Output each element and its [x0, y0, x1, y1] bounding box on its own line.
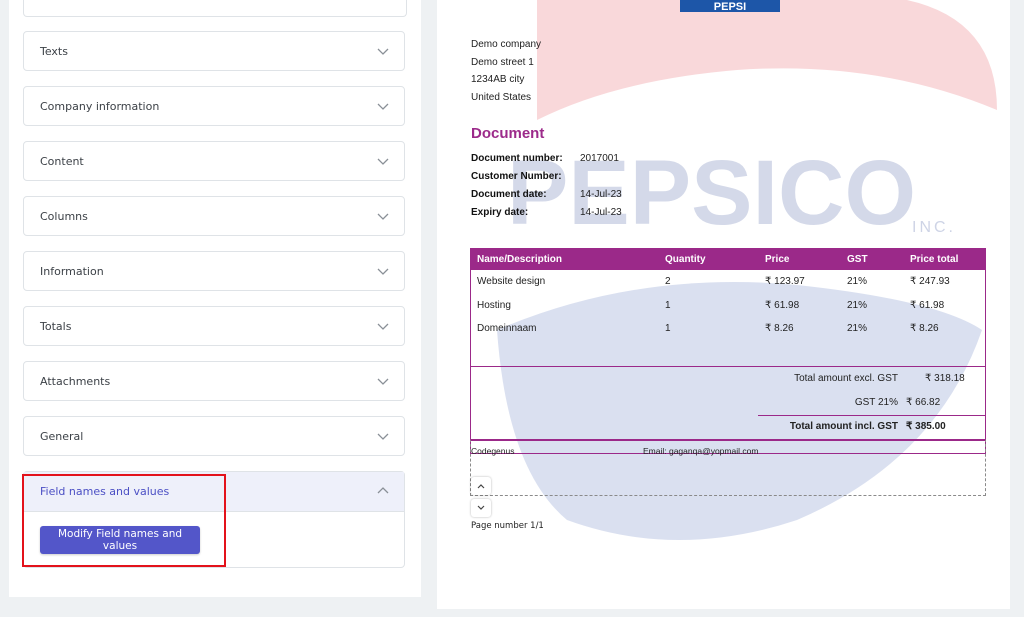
column-header: Quantity: [665, 254, 706, 265]
column-header: Name/Description: [477, 254, 563, 265]
logo-text: PEPSI: [714, 1, 746, 12]
table-cell: ₹ 8.26: [910, 323, 939, 334]
total-label: Total amount incl. GST: [789, 421, 898, 432]
accordion-general[interactable]: General: [23, 416, 405, 456]
total-excl-row: Total amount excl. GST ₹ 318.18: [485, 367, 985, 391]
table-cell: 2: [665, 276, 671, 287]
items-table: Name/Description Quantity Price GST Pric…: [470, 248, 986, 454]
pepsi-logo: PEPSI: [680, 0, 780, 12]
table-body: Website design 2 ₹ 123.97 21% ₹ 247.93 H…: [470, 270, 986, 367]
meta-value: 14-Jul-23: [580, 207, 622, 218]
meta-label: Customer Number:: [471, 171, 562, 182]
table-cell: ₹ 8.26: [765, 323, 794, 334]
chevron-down-icon: [377, 378, 389, 385]
gst-row: GST 21% ₹ 66.82: [758, 391, 985, 416]
table-row: Domeinnaam 1 ₹ 8.26 21% ₹ 8.26: [471, 317, 985, 341]
meta-label: Document date:: [471, 189, 547, 200]
table-cell: Domeinnaam: [477, 323, 537, 334]
total-incl-row: Total amount incl. GST ₹ 385.00: [758, 415, 985, 440]
table-row: Website design 2 ₹ 123.97 21% ₹ 247.93: [471, 270, 985, 294]
accordion-label: Information: [40, 265, 104, 278]
scroll-up-button[interactable]: [471, 477, 491, 495]
meta-value: 14-Jul-23: [580, 189, 622, 200]
table-header: Name/Description Quantity Price GST Pric…: [470, 248, 986, 270]
chevron-down-icon: [377, 103, 389, 110]
chevron-down-icon: [377, 48, 389, 55]
table-cell: 21%: [847, 323, 868, 334]
footer-company: Codegenus: [471, 446, 515, 456]
table-cell: 1: [665, 323, 671, 334]
modify-field-names-button[interactable]: Modify Field names and values: [40, 526, 200, 554]
table-cell: Website design: [477, 276, 546, 287]
accordion-label: Company information: [40, 100, 160, 113]
table-cell: 1: [665, 299, 671, 311]
column-header: Price: [765, 254, 790, 265]
chevron-down-icon: [377, 433, 389, 440]
accordion-attachments[interactable]: Attachments: [23, 361, 405, 401]
accordion-label: Texts: [40, 45, 68, 58]
meta-label: Document number:: [471, 153, 563, 164]
table-cell: ₹ 61.98: [910, 299, 945, 311]
accordion-content[interactable]: Content: [23, 141, 405, 181]
chevron-down-icon: [377, 323, 389, 330]
document-meta: Document number: 2017001 Customer Number:…: [471, 153, 622, 225]
accordion-columns[interactable]: Columns: [23, 196, 405, 236]
table-cell: ₹ 61.98: [765, 299, 800, 311]
accordion-label: Content: [40, 155, 84, 168]
accordion-totals[interactable]: Totals: [23, 306, 405, 346]
chevron-down-icon: [377, 158, 389, 165]
scroll-down-button[interactable]: [471, 499, 491, 517]
total-value: ₹ 385.00: [906, 421, 946, 432]
accordion-information[interactable]: Information: [23, 251, 405, 291]
total-value: ₹ 66.82: [906, 397, 941, 408]
document-title: Document: [471, 125, 545, 142]
accordion-label: General: [40, 430, 84, 443]
sender-address: Demo company Demo street 1 1234AB city U…: [471, 36, 541, 106]
footer-email: Email: gaganqa@yopmail.com: [643, 446, 759, 456]
accordion-label: Totals: [40, 320, 72, 333]
total-value: ₹ 318.18: [925, 373, 965, 384]
chevron-down-icon: [477, 505, 485, 510]
total-label: Total amount excl. GST: [794, 373, 898, 384]
accordion-partial-section[interactable]: [23, 0, 407, 17]
table-row: Hosting 1 ₹ 61.98 21% ₹ 61.98: [471, 294, 985, 318]
accordion-label: Field names and values: [40, 485, 170, 498]
accordion-company-information[interactable]: Company information: [23, 86, 405, 126]
meta-label: Expiry date:: [471, 207, 529, 218]
accordion-texts[interactable]: Texts: [23, 31, 405, 71]
table-cell: ₹ 247.93: [910, 276, 950, 287]
accordion-header[interactable]: Field names and values: [24, 472, 404, 512]
column-header: Price total: [910, 254, 959, 265]
sender-line: Demo company: [471, 39, 542, 50]
table-cell: 21%: [847, 299, 868, 311]
sender-line: Demo street 1: [471, 56, 534, 68]
accordion-label: Columns: [40, 210, 88, 223]
sender-line: 1234AB city: [471, 74, 525, 85]
accordion-label: Attachments: [40, 375, 111, 388]
sender-line: United States: [471, 91, 532, 103]
chevron-up-icon: [477, 484, 485, 489]
watermark-subtext: INC.: [912, 219, 956, 236]
table-cell: Hosting: [477, 299, 511, 311]
document-preview: PEPSICO INC. PEPSI Demo company Demo str…: [437, 0, 1010, 609]
document-footer: Codegenus Email: gaganqa@yopmail.com: [470, 439, 986, 496]
table-cell: 21%: [847, 276, 868, 287]
meta-value: 2017001: [580, 153, 619, 164]
table-cell: ₹ 123.97: [765, 276, 805, 287]
chevron-up-icon: [377, 487, 389, 494]
page-number: Page number 1/1: [471, 521, 544, 531]
accordion-field-names-and-values: Field names and values Modify Field name…: [23, 471, 405, 568]
column-header: GST: [847, 254, 868, 265]
total-label: GST 21%: [854, 397, 898, 408]
chevron-down-icon: [377, 268, 389, 275]
chevron-down-icon: [377, 213, 389, 220]
